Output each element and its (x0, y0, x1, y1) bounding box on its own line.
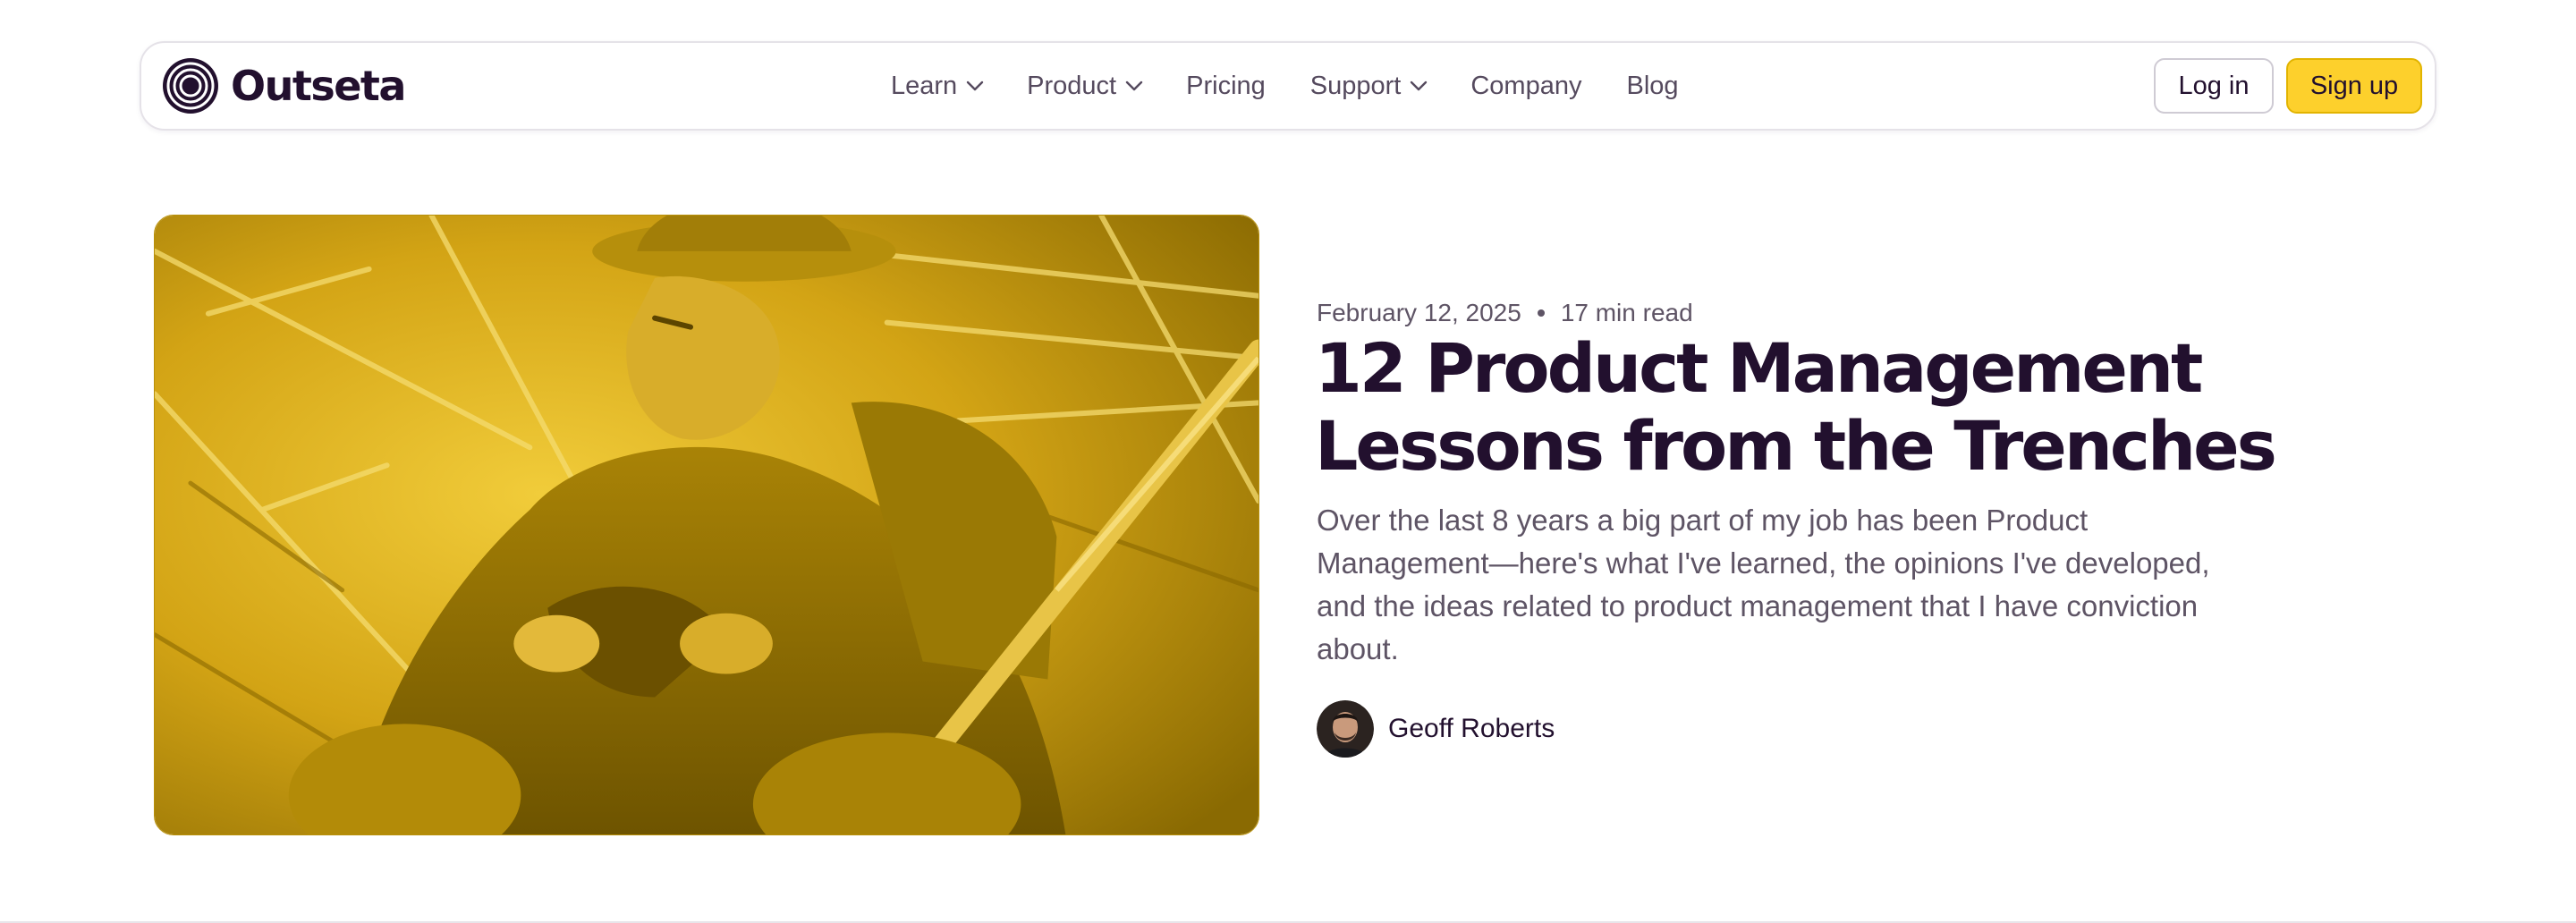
chevron-down-icon (966, 80, 984, 91)
article-hero-image[interactable] (154, 215, 1259, 835)
article-excerpt: Over the last 8 years a big part of my j… (1317, 504, 2210, 665)
nav-item-label: Blog (1626, 71, 1679, 100)
nav-item-label: Product (1027, 71, 1117, 100)
concentric-rings-logo-icon (163, 58, 218, 114)
top-navigation-bar: Outseta Learn Product Pricing Support Co… (140, 41, 2436, 131)
article-meta: February 12, 2025 17 min read (1317, 295, 1693, 331)
nav-item-blog[interactable]: Blog (1626, 72, 1678, 101)
nav-item-label: Learn (891, 71, 958, 100)
nav-item-label: Pricing (1186, 71, 1266, 100)
brand-logo-link[interactable]: Outseta (161, 55, 406, 116)
nav-item-label: Company (1470, 71, 1582, 100)
nav-item-learn[interactable]: Learn (891, 72, 984, 101)
nav-item-product[interactable]: Product (1027, 72, 1143, 101)
nav-item-company[interactable]: Company (1470, 72, 1581, 101)
brand-name: Outseta (231, 62, 406, 110)
read-time: 17 min read (1560, 299, 1693, 326)
author-name: Geoff Roberts (1388, 714, 1555, 743)
page: Outseta Learn Product Pricing Support Co… (0, 0, 2576, 923)
sign-up-button[interactable]: Sign up (2286, 58, 2422, 114)
chevron-down-icon (1411, 80, 1428, 91)
log-in-button[interactable]: Log in (2154, 58, 2274, 114)
nav-item-support[interactable]: Support (1310, 72, 1428, 101)
article-author[interactable]: Geoff Roberts (1317, 699, 1555, 758)
nav-item-pricing[interactable]: Pricing (1186, 72, 1266, 101)
nav-item-label: Support (1309, 71, 1402, 100)
chevron-down-icon (1125, 80, 1143, 91)
author-avatar (1317, 700, 1374, 758)
publish-date: February 12, 2025 (1317, 299, 1521, 326)
separator-dot-icon (1537, 309, 1545, 317)
soldier-reading-photo (155, 216, 1258, 834)
main-nav: Learn Product Pricing Support Company Bl… (891, 43, 1724, 129)
article-title[interactable]: 12 Product Management Lessons from the T… (1315, 329, 2370, 485)
